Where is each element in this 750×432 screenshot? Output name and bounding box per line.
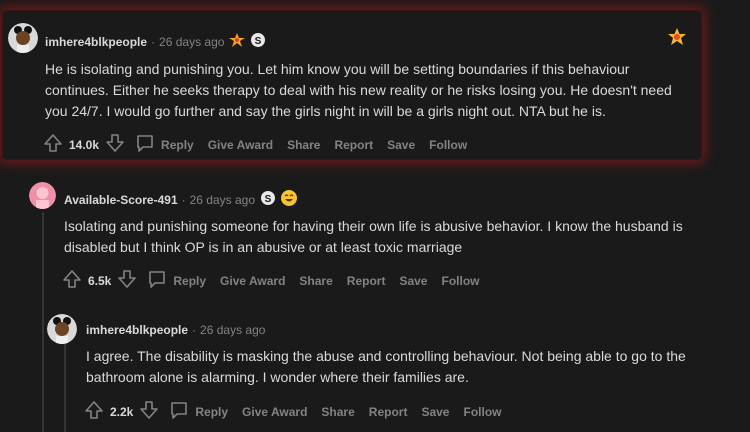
reply-bubble-icon[interactable] — [169, 400, 189, 423]
avatar[interactable] — [8, 23, 38, 53]
avatar[interactable] — [47, 314, 77, 344]
reply-button[interactable]: Reply — [161, 138, 194, 152]
svg-text:S: S — [265, 194, 272, 205]
share-button[interactable]: Share — [321, 405, 354, 419]
username[interactable]: imhere4blkpeople — [45, 35, 147, 49]
report-button[interactable]: Report — [347, 274, 386, 288]
username[interactable]: Available-Score-491 — [64, 193, 178, 207]
award-burst-icon — [229, 33, 246, 50]
avatar-icon — [8, 23, 38, 53]
follow-button[interactable]: Follow — [441, 274, 479, 288]
save-button[interactable]: Save — [421, 405, 449, 419]
save-button[interactable]: Save — [399, 274, 427, 288]
reply-button[interactable]: Reply — [195, 405, 228, 419]
give-award-button[interactable]: Give Award — [242, 405, 307, 419]
comment: Available-Score-491 · 26 days ago S Isol… — [0, 175, 750, 300]
save-button[interactable]: Save — [387, 138, 415, 152]
give-award-button[interactable]: Give Award — [208, 138, 273, 152]
timestamp[interactable]: 26 days ago — [159, 35, 224, 49]
comment-actions: 2.2k Reply Give Award Share Report Save … — [84, 400, 515, 423]
share-button[interactable]: Share — [287, 138, 320, 152]
vote-count: 2.2k — [110, 404, 134, 419]
timestamp[interactable]: 26 days ago — [190, 193, 255, 207]
comment-header: imhere4blkpeople · 26 days ago — [86, 323, 266, 337]
upvote-icon[interactable] — [43, 133, 63, 156]
comment-actions: 6.5k Reply Give Award Share Report Save … — [62, 269, 493, 292]
comment-body: I agree. The disability is masking the a… — [86, 348, 686, 385]
vote-count: 14.0k — [69, 137, 100, 152]
timestamp[interactable]: 26 days ago — [200, 323, 265, 337]
corner-award-icon — [667, 27, 687, 52]
comment-body: He is isolating and punishing you. Let h… — [45, 61, 672, 119]
comment-actions: 14.0k Reply Give Award Share Report Save… — [43, 133, 481, 156]
reply-bubble-icon[interactable] — [147, 269, 167, 292]
upvote-icon[interactable] — [84, 400, 104, 423]
comment-header: Available-Score-491 · 26 days ago S — [64, 190, 298, 209]
report-button[interactable]: Report — [334, 138, 373, 152]
upvote-icon[interactable] — [62, 269, 82, 292]
reply-bubble-icon[interactable] — [135, 133, 155, 156]
comment-header: imhere4blkpeople · 26 days ago S — [45, 33, 266, 50]
follow-button[interactable]: Follow — [463, 405, 501, 419]
highlighted-comment: imhere4blkpeople · 26 days ago S He is i… — [2, 10, 702, 160]
downvote-icon[interactable] — [117, 269, 137, 292]
give-award-button[interactable]: Give Award — [220, 274, 285, 288]
laughing-face-award-icon — [281, 190, 298, 209]
share-button[interactable]: Share — [299, 274, 332, 288]
avatar-icon — [29, 182, 56, 209]
avatar-icon — [47, 314, 77, 344]
report-button[interactable]: Report — [369, 405, 408, 419]
comment-body: Isolating and punishing someone for havi… — [64, 218, 683, 255]
downvote-icon[interactable] — [139, 400, 159, 423]
reply-button[interactable]: Reply — [173, 274, 206, 288]
silver-award-icon: S — [261, 191, 276, 208]
avatar[interactable] — [29, 182, 56, 209]
username[interactable]: imhere4blkpeople — [86, 323, 188, 337]
vote-count: 6.5k — [88, 273, 112, 288]
downvote-icon[interactable] — [105, 133, 125, 156]
follow-button[interactable]: Follow — [429, 138, 467, 152]
svg-text:S: S — [255, 36, 262, 47]
comment: imhere4blkpeople · 26 days ago I agree. … — [0, 310, 750, 432]
silver-award-icon: S — [251, 33, 266, 50]
